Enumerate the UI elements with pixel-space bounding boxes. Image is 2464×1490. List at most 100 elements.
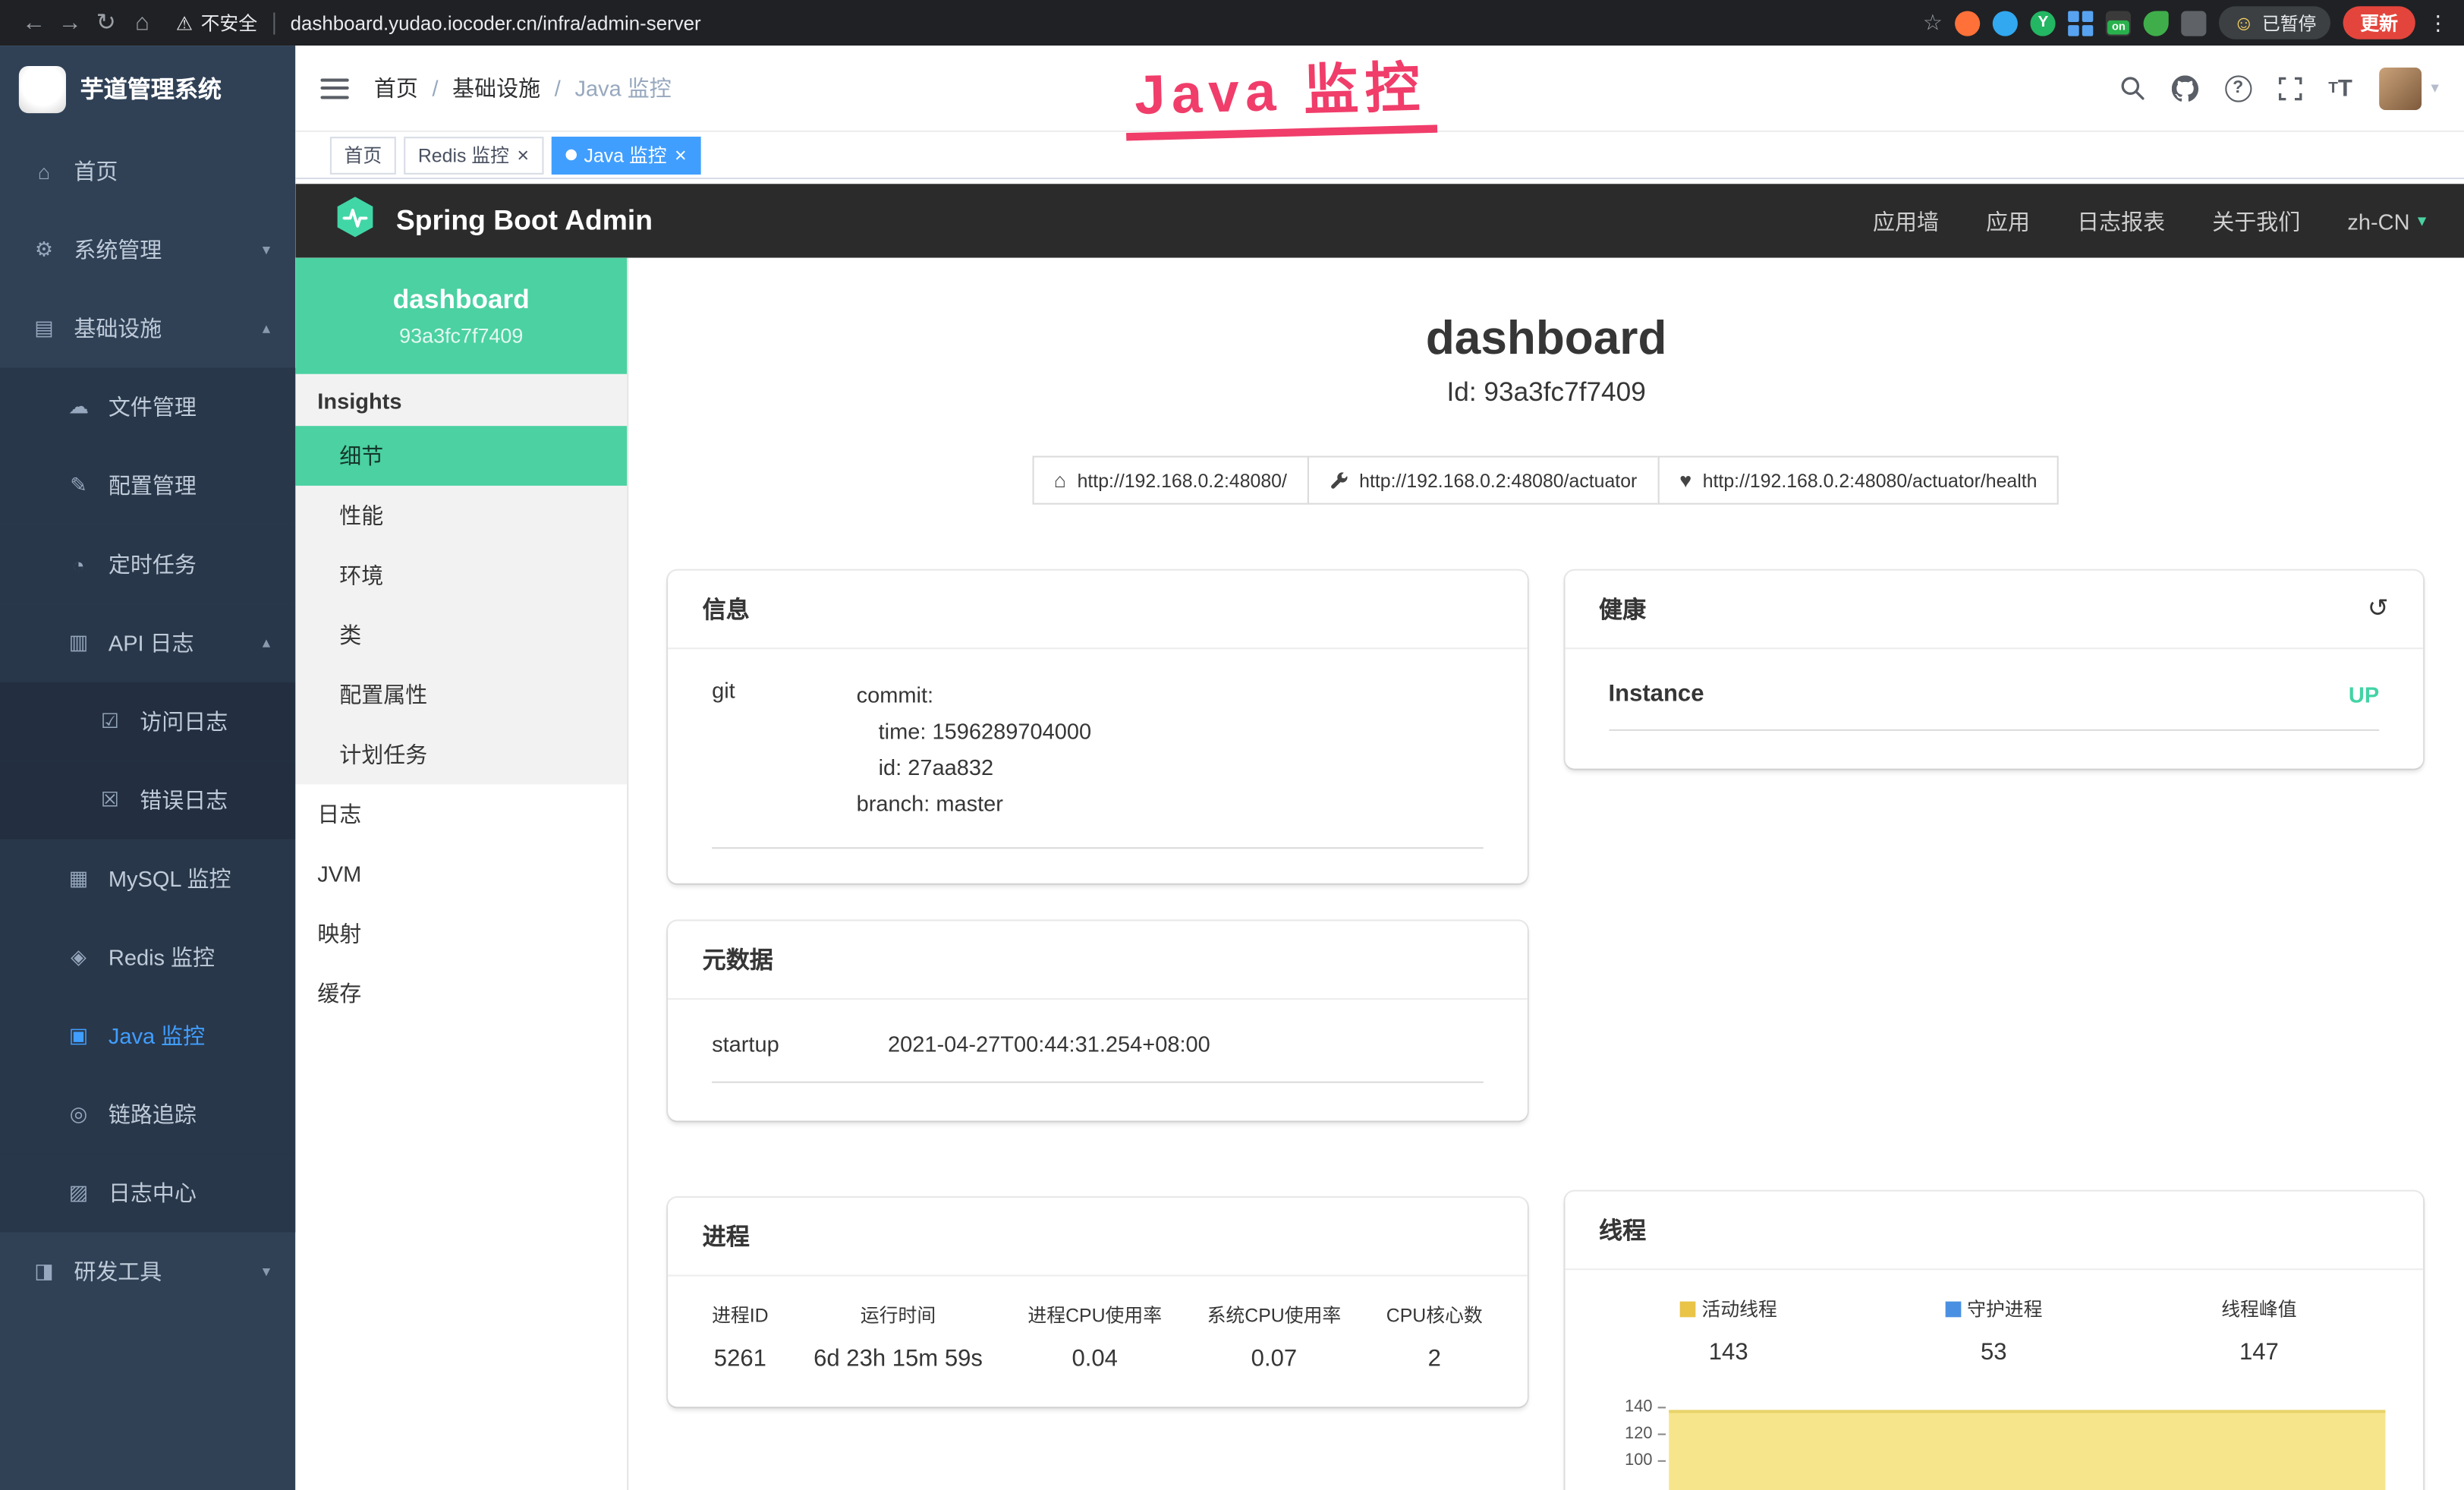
insights-group: Insights 细节 性能 环境 类 配置属性 计划任务 — [295, 374, 627, 784]
link-text: http://192.168.0.2:48080/ — [1078, 469, 1287, 491]
info-card: 信息 git commit: time: 1596289704000 id: 2… — [668, 571, 1527, 884]
leaf-extension-icon[interactable] — [2144, 10, 2169, 35]
paused-badge[interactable]: ☺ 已暂停 — [2219, 6, 2330, 39]
other-menu-group: 日志 JVM 映射 缓存 — [295, 784, 627, 1023]
sidebar-item-java-monitor[interactable]: ▣ Java 监控 — [0, 997, 295, 1076]
reload-icon[interactable]: ↻ — [88, 11, 124, 34]
breadcrumb-infrastructure[interactable]: 基础设施 — [452, 72, 540, 103]
sba-nav-about[interactable]: 关于我们 — [2212, 205, 2300, 236]
card-title: 线程 — [1599, 1214, 1646, 1246]
sidebar-item-infrastructure[interactable]: ▤ 基础设施 ▴ — [0, 289, 295, 368]
sidebar-item-config-management[interactable]: ✎ 配置管理 — [0, 446, 295, 525]
topbar-actions: ? TT ▾ — [2119, 67, 2439, 109]
tab-home[interactable]: 首页 — [330, 136, 396, 174]
address-bar[interactable]: dashboard.yudao.iocoder.cn/infra/admin-s… — [291, 12, 701, 34]
legend-live-threads: 活动线程 143 — [1596, 1295, 1861, 1366]
home-icon: ⌂ — [1054, 470, 1066, 490]
sba-brand-title: Spring Boot Admin — [396, 204, 653, 237]
tags-view-bar: 首页 Redis 监控 × Java 监控 × — [295, 132, 2464, 179]
y-extension-icon[interactable]: Y — [2031, 10, 2056, 35]
menu-item-metrics[interactable]: 性能 — [295, 486, 627, 546]
sidebar-item-label: MySQL 监控 — [109, 863, 231, 894]
sidebar-item-log-center[interactable]: ▨ 日志中心 — [0, 1154, 295, 1233]
fullscreen-icon[interactable] — [2278, 76, 2302, 99]
sidebar-item-label: 配置管理 — [109, 470, 197, 501]
tab-redis-monitor[interactable]: Redis 监控 × — [404, 136, 543, 174]
tab-java-monitor[interactable]: Java 监控 × — [551, 136, 700, 174]
help-icon[interactable]: ? — [2225, 74, 2252, 101]
sba-language-select[interactable]: zh-CN ▾ — [2347, 208, 2426, 233]
sba-nav-applications[interactable]: 应用 — [1986, 205, 2030, 236]
search-icon[interactable] — [2119, 75, 2145, 100]
sba-header: Spring Boot Admin 应用墙 应用 日志报表 关于我们 zh-CN… — [295, 184, 2464, 257]
bookmark-star-icon[interactable]: ☆ — [1923, 9, 1943, 36]
menu-item-scheduled-tasks[interactable]: 计划任务 — [295, 725, 627, 785]
fox-extension-icon[interactable] — [1955, 10, 1980, 35]
sidebar-item-dev-tools[interactable]: ◨ 研发工具 ▾ — [0, 1233, 295, 1312]
browser-home-icon[interactable]: ⌂ — [124, 11, 161, 34]
actuator-url-link[interactable]: http://192.168.0.2:48080/actuator — [1308, 456, 1659, 505]
mysql-icon: ▦ — [66, 866, 91, 891]
sidebar-item-system-management[interactable]: ⚙ 系统管理 ▾ — [0, 210, 295, 289]
breadcrumb-home[interactable]: 首页 — [374, 72, 418, 103]
user-avatar[interactable] — [2379, 67, 2422, 109]
access-log-icon: ☑ — [97, 709, 122, 734]
process-card: 进程 进程ID 5261 运行时间 6d 23h 15m 5 — [668, 1198, 1527, 1407]
menu-item-config-props[interactable]: 配置属性 — [295, 665, 627, 725]
sidebar-item-error-logs[interactable]: ☒ 错误日志 — [0, 761, 295, 840]
menu-item-mappings[interactable]: 映射 — [295, 904, 627, 964]
sba-nav-wallboard[interactable]: 应用墙 — [1873, 205, 1939, 236]
back-icon[interactable]: ← — [16, 11, 52, 34]
legend-swatch — [1679, 1301, 1695, 1317]
security-chip[interactable]: ⚠ 不安全 — [176, 9, 257, 36]
droplet-extension-icon[interactable] — [1993, 10, 2018, 35]
history-icon[interactable]: ↺ — [2368, 597, 2389, 622]
row-label: Instance — [1608, 681, 1704, 707]
menu-item-jvm[interactable]: JVM — [295, 844, 627, 904]
legend-swatch — [1945, 1301, 1961, 1317]
sidebar-item-home[interactable]: ⌂ 首页 — [0, 132, 295, 211]
menu-item-environment[interactable]: 环境 — [295, 546, 627, 606]
menu-item-details[interactable]: 细节 — [295, 426, 627, 486]
browser-chrome: ← → ↻ ⌂ ⚠ 不安全 dashboard.yudao.iocoder.cn… — [0, 0, 2464, 46]
close-icon[interactable]: × — [675, 145, 687, 165]
sba-nav-journal[interactable]: 日志报表 — [2077, 205, 2165, 236]
app-logo-row[interactable]: 芋道管理系统 — [0, 46, 295, 132]
breadcrumb-current: Java 监控 — [574, 72, 671, 103]
on-badge-extension-icon[interactable]: on — [2106, 10, 2131, 35]
forward-icon[interactable]: → — [52, 11, 88, 34]
sidebar-item-file-management[interactable]: ☁ 文件管理 — [0, 368, 295, 447]
sidebar-item-label: API 日志 — [109, 627, 194, 658]
app-logo — [19, 65, 66, 112]
sidebar-item-mysql-monitor[interactable]: ▦ MySQL 监控 — [0, 840, 295, 918]
menu-item-classes[interactable]: 类 — [295, 605, 627, 665]
menu-item-caches[interactable]: 缓存 — [295, 963, 627, 1023]
chrome-right-cluster: ☆ Y on ☺ 已暂停 更新 ⋮ — [1923, 6, 2448, 39]
sidebar-item-link-tracing[interactable]: ◎ 链路追踪 — [0, 1075, 295, 1154]
health-url-link[interactable]: ♥ http://192.168.0.2:48080/actuator/heal… — [1657, 456, 2059, 505]
update-button[interactable]: 更新 — [2343, 6, 2415, 39]
sidebar-item-access-logs[interactable]: ☑ 访问日志 — [0, 682, 295, 761]
menu-toggle-icon[interactable] — [320, 78, 348, 99]
browser-menu-icon[interactable]: ⋮ — [2428, 10, 2448, 35]
process-metric-cpu-cores: CPU核心数 2 — [1386, 1302, 1483, 1372]
row-value: 2021-04-27T00:44:31.254+08:00 — [888, 1031, 1210, 1056]
font-size-icon[interactable]: TT — [2328, 74, 2352, 101]
warning-icon: ⚠ — [176, 12, 193, 34]
instance-header[interactable]: dashboard 93a3fc7f7409 — [295, 258, 627, 374]
close-icon[interactable]: × — [517, 145, 529, 165]
sidebar-item-api-logs[interactable]: ▥ API 日志 ▴ — [0, 603, 295, 682]
infrastructure-icon: ▤ — [31, 316, 56, 341]
status-badge: UP — [2349, 682, 2379, 707]
github-icon[interactable] — [2171, 74, 2198, 101]
sidebar-item-redis-monitor[interactable]: ◈ Redis 监控 — [0, 918, 295, 997]
service-url-link[interactable]: ⌂ http://192.168.0.2:48080/ — [1032, 456, 1309, 505]
sidebar-item-scheduled-tasks[interactable]: ◔ 定时任务 — [0, 525, 295, 604]
puzzle-extension-icon[interactable] — [2182, 10, 2207, 35]
link-text: http://192.168.0.2:48080/actuator — [1359, 469, 1637, 491]
menu-item-logs[interactable]: 日志 — [295, 784, 627, 844]
smiley-icon: ☺ — [2233, 13, 2255, 33]
link-text: http://192.168.0.2:48080/actuator/health — [1703, 469, 2038, 491]
sba-logo-icon[interactable] — [333, 195, 377, 247]
grid-extension-icon[interactable] — [2069, 10, 2094, 35]
